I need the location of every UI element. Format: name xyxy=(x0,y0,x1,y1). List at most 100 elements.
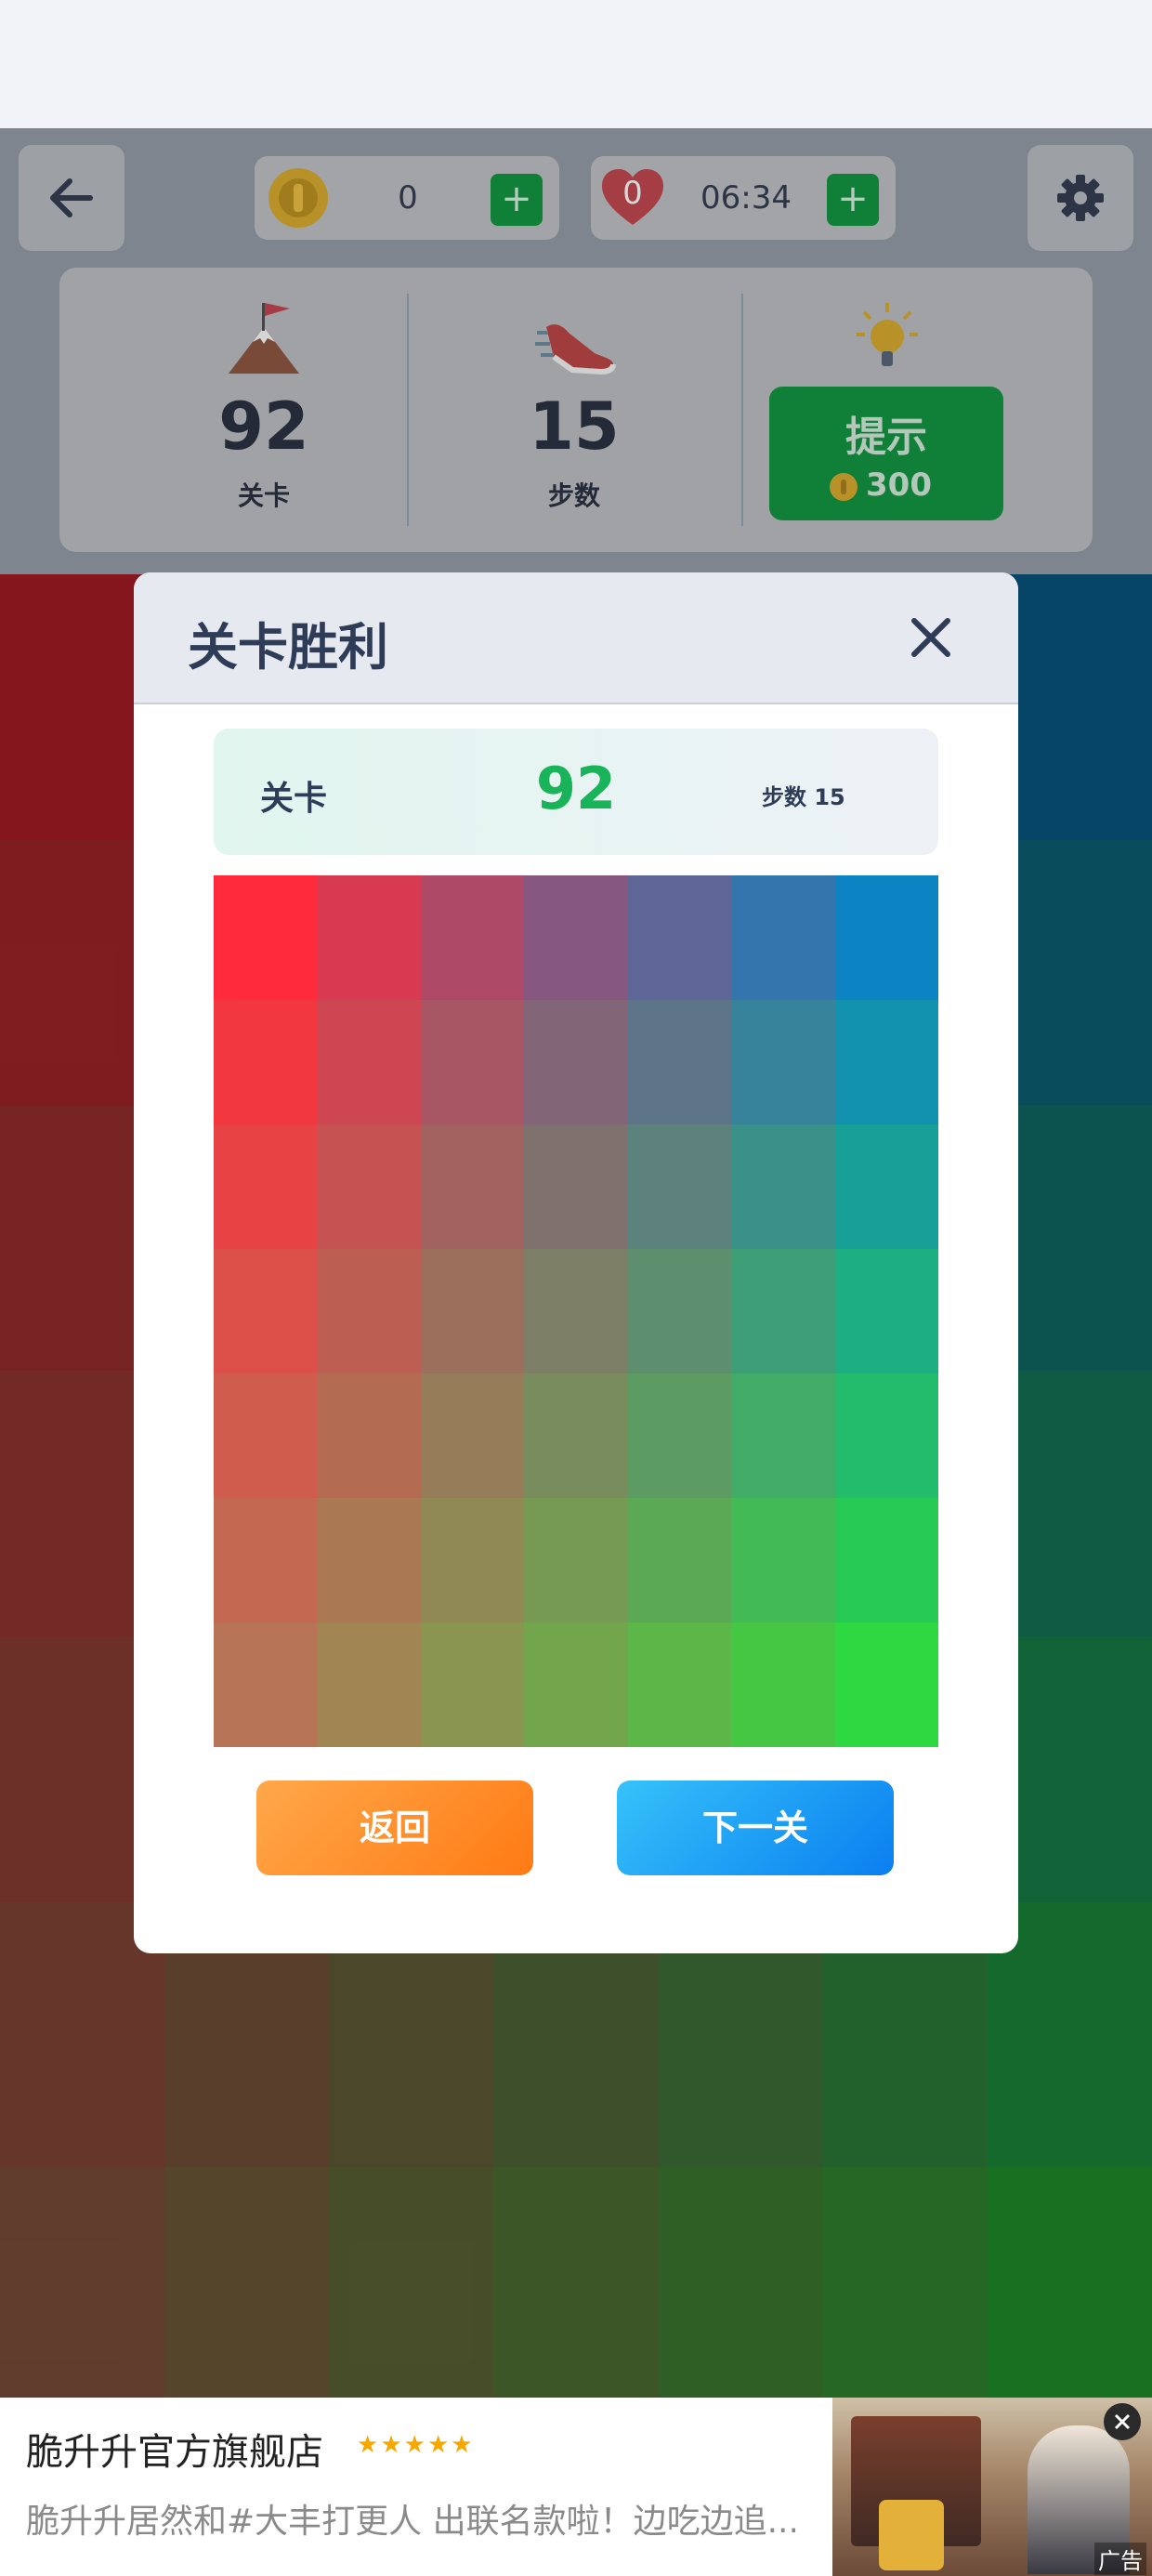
solved-tile xyxy=(524,1373,628,1498)
close-icon xyxy=(911,618,950,657)
solved-tile xyxy=(627,1373,732,1498)
solved-tile xyxy=(731,1498,835,1623)
summary-level-number: 92 xyxy=(535,755,617,822)
arrow-left-icon xyxy=(50,178,93,217)
solved-tile xyxy=(627,1124,732,1249)
solved-tile xyxy=(420,1623,525,1747)
return-button[interactable]: 返回 xyxy=(256,1781,533,1875)
close-button[interactable] xyxy=(894,600,968,675)
solved-tile xyxy=(524,1124,628,1249)
solved-tile xyxy=(834,1373,938,1498)
solved-tile xyxy=(834,1498,938,1623)
solved-tile xyxy=(214,875,318,1000)
solved-tile xyxy=(420,1249,525,1373)
solved-tile xyxy=(834,1623,938,1747)
stats-panel: 92 关卡 15 步数 提示 300 xyxy=(59,268,1093,552)
level-summary-card: 关卡 92 步数 15 xyxy=(214,729,938,855)
add-lives-button[interactable]: + xyxy=(827,174,879,226)
solved-tile xyxy=(214,1124,318,1249)
solved-tile xyxy=(731,1000,835,1124)
star-icon: ★ xyxy=(426,2431,452,2459)
solved-tile xyxy=(317,875,421,1000)
level-label: 关卡 xyxy=(237,480,290,511)
solved-tile xyxy=(731,1623,835,1747)
solved-tile xyxy=(524,1623,628,1747)
summary-level-label: 关卡 xyxy=(260,780,328,818)
solved-tile xyxy=(834,1124,938,1249)
level-number: 92 xyxy=(218,388,309,465)
ad-rating: ★★★★★ xyxy=(357,2431,475,2459)
next-level-button[interactable]: 下一关 xyxy=(617,1781,894,1875)
victory-dialog: 关卡胜利 关卡 92 步数 15 返回 下一关 xyxy=(134,572,1018,1953)
add-coins-button[interactable]: + xyxy=(491,174,543,226)
ad-banner[interactable]: 脆升升官方旗舰店 ★★★★★ 脆升升居然和#大丰打更人 出联名款啦！边吃边追..… xyxy=(0,2398,1152,2576)
coin-icon xyxy=(830,473,857,501)
solved-tile xyxy=(420,875,525,1000)
close-icon xyxy=(1114,2413,1131,2430)
solved-tile xyxy=(524,1498,628,1623)
gear-icon xyxy=(1057,175,1104,221)
solved-tile xyxy=(834,1249,938,1373)
solved-tile xyxy=(214,1373,318,1498)
solved-tile xyxy=(317,1623,421,1747)
solved-tile xyxy=(420,1373,525,1498)
dialog-header: 关卡胜利 xyxy=(134,572,1018,704)
solved-tile xyxy=(731,875,835,1000)
coin-icon xyxy=(268,168,328,228)
solved-tile xyxy=(834,1000,938,1124)
solved-tile xyxy=(834,875,938,1000)
solved-tile xyxy=(317,1249,421,1373)
solved-tile xyxy=(627,875,732,1000)
solved-tile xyxy=(317,1373,421,1498)
summary-steps: 步数 15 xyxy=(762,784,845,810)
steps-label: 步数 xyxy=(547,480,600,511)
settings-button[interactable] xyxy=(1028,145,1133,251)
solved-tile xyxy=(317,1000,421,1124)
hint-button[interactable]: 提示 300 xyxy=(769,387,1003,520)
solved-tile xyxy=(214,1623,318,1747)
solved-tile xyxy=(420,1000,525,1124)
solved-tile xyxy=(420,1124,525,1249)
back-button[interactable] xyxy=(19,145,124,251)
lives-counter: 0 06:34 + xyxy=(591,156,896,240)
star-icon: ★ xyxy=(380,2431,404,2459)
star-icon: ★ xyxy=(403,2431,427,2459)
solved-tile xyxy=(627,1623,732,1747)
coin-count: 0 xyxy=(398,179,418,217)
solved-tile xyxy=(524,875,628,1000)
solved-tile xyxy=(524,1249,628,1373)
solved-tile xyxy=(420,1498,525,1623)
star-icon: ★ xyxy=(451,2431,475,2459)
ad-description: 脆升升居然和#大丰打更人 出联名款啦！边吃边追... xyxy=(26,2503,799,2541)
divider xyxy=(407,294,409,526)
divider xyxy=(741,294,743,526)
solved-tile xyxy=(627,1498,732,1623)
solved-tile xyxy=(214,1000,318,1124)
ad-store-name: 脆升升官方旗舰店 xyxy=(26,2431,323,2474)
solved-puzzle-grid xyxy=(214,875,938,1747)
ad-close-button[interactable] xyxy=(1104,2403,1141,2440)
mountain-flag-icon xyxy=(229,303,299,374)
solved-tile xyxy=(317,1124,421,1249)
solved-tile xyxy=(731,1249,835,1373)
sneaker-icon xyxy=(535,324,616,375)
lives-count: 0 xyxy=(622,175,643,212)
ad-tag: 广告 xyxy=(1094,2543,1146,2575)
hint-cost: 300 xyxy=(866,467,932,504)
solved-tile xyxy=(214,1249,318,1373)
star-icon: ★ xyxy=(357,2431,381,2459)
steps-number: 15 xyxy=(529,388,620,465)
coin-counter: 0 + xyxy=(255,156,559,240)
solved-tile xyxy=(731,1373,835,1498)
hint-label: 提示 xyxy=(845,414,927,461)
lightbulb-icon xyxy=(857,303,918,366)
solved-tile xyxy=(627,1249,732,1373)
solved-tile xyxy=(627,1000,732,1124)
solved-tile xyxy=(524,1000,628,1124)
solved-tile xyxy=(731,1124,835,1249)
ad-image-product xyxy=(879,2500,944,2570)
dialog-title: 关卡胜利 xyxy=(188,618,388,677)
solved-tile xyxy=(214,1498,318,1623)
solved-tile xyxy=(317,1498,421,1623)
life-timer: 06:34 xyxy=(700,179,792,217)
